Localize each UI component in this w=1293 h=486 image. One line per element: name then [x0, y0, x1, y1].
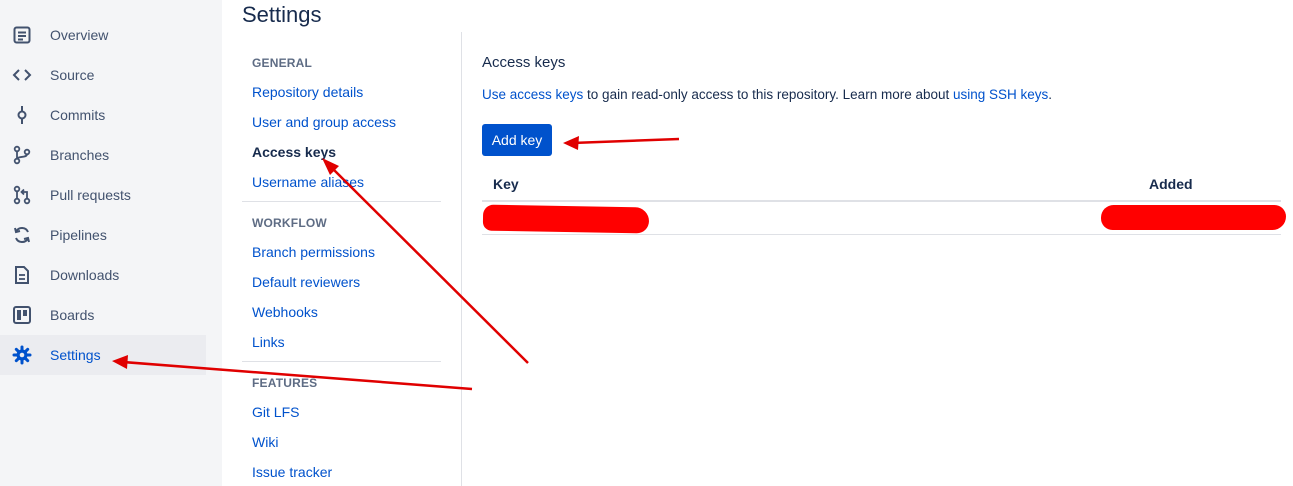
- content-description: Use access keys to gain read-only access…: [482, 87, 1052, 102]
- sidebar-item-overview[interactable]: Overview: [0, 15, 206, 55]
- description-end: .: [1048, 87, 1053, 102]
- sidebar-item-label: Pipelines: [50, 227, 107, 243]
- content-divider: [461, 32, 462, 486]
- use-access-keys-link[interactable]: Use access keys: [482, 87, 583, 102]
- settings-link-git-lfs[interactable]: Git LFS: [252, 404, 299, 420]
- sidebar-item-pipelines[interactable]: Pipelines: [0, 215, 206, 255]
- sidebar-item-label: Settings: [50, 347, 101, 363]
- settings-link-user-group-access[interactable]: User and group access: [252, 114, 396, 130]
- sidebar-item-downloads[interactable]: Downloads: [0, 255, 206, 295]
- settings-link-access-keys[interactable]: Access keys: [252, 144, 336, 160]
- section-heading-features: FEATURES: [252, 376, 318, 390]
- sidebar-item-branches[interactable]: Branches: [0, 135, 206, 175]
- sidebar-item-source[interactable]: Source: [0, 55, 206, 95]
- pipelines-icon: [12, 225, 32, 245]
- settings-link-wiki[interactable]: Wiki: [252, 434, 278, 450]
- sidebar-item-label: Pull requests: [50, 187, 131, 203]
- sidebar-item-label: Source: [50, 67, 95, 83]
- sidebar-item-commits[interactable]: Commits: [0, 95, 206, 135]
- table-header-divider: [482, 200, 1281, 202]
- table-row-divider: [482, 234, 1281, 235]
- column-header-key: Key: [493, 176, 519, 192]
- pull-request-icon: [12, 185, 32, 205]
- sidebar-item-settings[interactable]: Settings: [0, 335, 206, 375]
- overview-icon: [12, 25, 32, 45]
- branch-icon: [12, 145, 32, 165]
- sidebar-item-label: Boards: [50, 307, 95, 323]
- gear-icon: [12, 345, 32, 365]
- add-key-button[interactable]: Add key: [482, 124, 552, 156]
- settings-link-issue-tracker[interactable]: Issue tracker: [252, 464, 332, 480]
- content-title: Access keys: [482, 54, 566, 71]
- settings-link-branch-permissions[interactable]: Branch permissions: [252, 244, 375, 260]
- sidebar-item-label: Branches: [50, 147, 110, 163]
- settings-link-default-reviewers[interactable]: Default reviewers: [252, 274, 360, 290]
- ssh-keys-link[interactable]: using SSH keys: [953, 87, 1048, 102]
- section-heading-general: GENERAL: [252, 56, 313, 70]
- settings-link-links[interactable]: Links: [252, 334, 285, 350]
- sidebar-item-boards[interactable]: Boards: [0, 295, 206, 335]
- column-header-added: Added: [1149, 176, 1193, 192]
- sidebar-item-label: Overview: [50, 27, 109, 43]
- sidebar-item-pull-requests[interactable]: Pull requests: [0, 175, 206, 215]
- sidebar-item-label: Commits: [50, 107, 106, 123]
- page-title: Settings: [242, 2, 322, 27]
- section-heading-workflow: WORKFLOW: [252, 216, 327, 230]
- redacted-key: [482, 204, 650, 234]
- sidebar-item-label: Downloads: [50, 267, 120, 283]
- sidebar: Overview Source Commits Branches Pull re…: [0, 0, 222, 486]
- commit-icon: [12, 105, 32, 125]
- description-text: to gain read-only access to this reposit…: [583, 87, 953, 102]
- source-code-icon: [12, 65, 32, 85]
- settings-link-repository-details[interactable]: Repository details: [252, 84, 363, 100]
- section-divider: [242, 361, 441, 362]
- settings-link-username-aliases[interactable]: Username aliases: [252, 174, 364, 190]
- section-divider: [242, 201, 441, 202]
- settings-link-webhooks[interactable]: Webhooks: [252, 304, 318, 320]
- arrow-to-add-key: [563, 136, 680, 150]
- downloads-icon: [12, 265, 32, 285]
- redacted-date: [1101, 205, 1286, 230]
- boards-icon: [12, 305, 32, 325]
